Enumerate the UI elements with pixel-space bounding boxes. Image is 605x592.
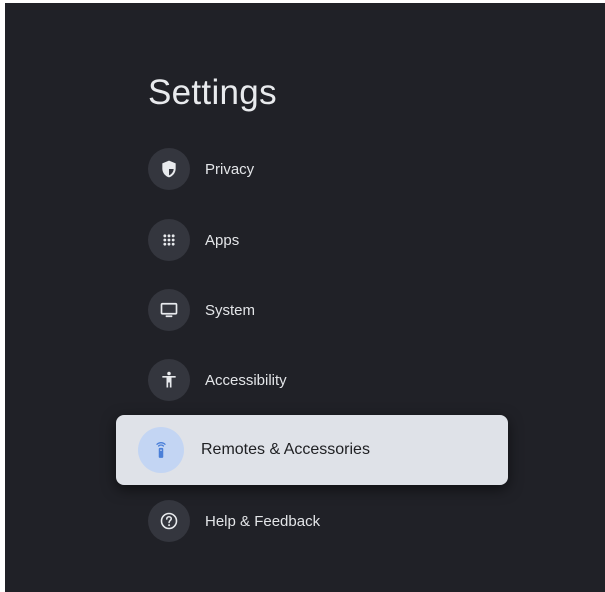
menu-item-label: Help & Feedback <box>205 512 321 530</box>
menu-item-apps[interactable]: Apps <box>148 218 488 262</box>
help-icon <box>148 500 190 542</box>
menu-item-help-feedback[interactable]: Help & Feedback <box>148 499 488 543</box>
menu-item-privacy[interactable]: Privacy <box>148 147 488 191</box>
menu-item-accessibility[interactable]: Accessibility <box>148 358 488 402</box>
menu-item-label: Apps <box>205 231 240 249</box>
shield-icon <box>148 148 190 190</box>
apps-grid-icon <box>148 219 190 261</box>
page-title: Settings <box>148 73 277 112</box>
accessibility-icon <box>148 359 190 401</box>
menu-item-label: Remotes & Accessories <box>201 441 370 458</box>
menu-item-system[interactable]: System <box>148 288 488 332</box>
remote-icon <box>138 427 184 473</box>
menu-item-remotes-accessories[interactable]: Remotes & Accessories <box>116 415 508 485</box>
menu-item-label: Accessibility <box>205 371 287 389</box>
menu-item-label: System <box>205 301 256 319</box>
menu-item-label: Privacy <box>205 160 255 178</box>
settings-screen: Settings Privacy Apps System Accessibili… <box>5 3 605 592</box>
monitor-icon <box>148 289 190 331</box>
